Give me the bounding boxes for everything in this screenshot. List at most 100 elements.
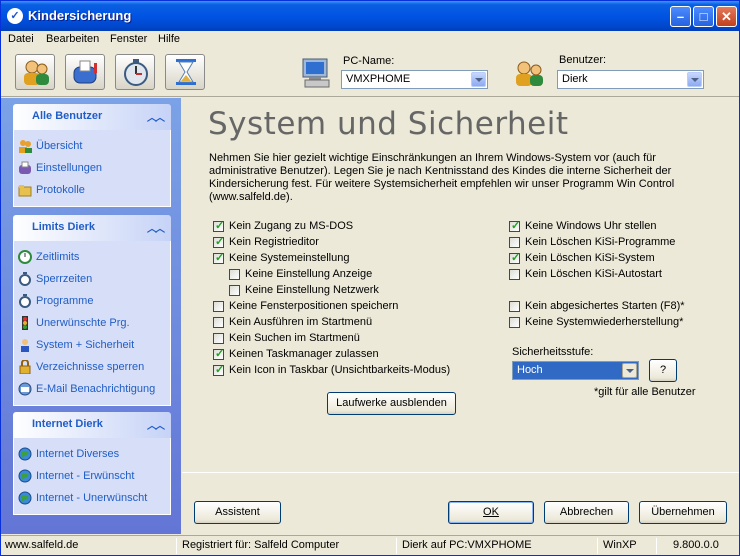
checkbox-label: Keinen Taskmanager zulassen bbox=[229, 348, 379, 360]
user-select[interactable]: Dierk bbox=[557, 70, 704, 89]
checkbox-box[interactable] bbox=[229, 285, 240, 296]
checkbox-label: Kein Löschen KiSi-System bbox=[525, 252, 655, 264]
checkbox-box[interactable] bbox=[213, 347, 224, 360]
checkbox-box[interactable] bbox=[213, 301, 224, 312]
apply-button[interactable]: Übernehmen bbox=[639, 501, 727, 524]
chevron-down-icon[interactable] bbox=[471, 72, 486, 87]
title-bar[interactable]: ✓ Kindersicherung – □ ✕ bbox=[1, 1, 739, 31]
checkbox-box[interactable] bbox=[213, 363, 224, 376]
assistant-button[interactable]: Assistent bbox=[194, 501, 281, 524]
timer-tool-button[interactable] bbox=[115, 54, 155, 90]
sidebar-item-label: Protokolle bbox=[36, 184, 85, 196]
checkbox-box[interactable] bbox=[213, 235, 224, 248]
minimize-button[interactable]: – bbox=[670, 6, 691, 27]
divider bbox=[182, 472, 739, 473]
status-website: www.salfeld.de bbox=[5, 539, 79, 551]
group-header[interactable]: Limits Dierk ︿︿ bbox=[13, 215, 171, 241]
sidebar-item-logs[interactable]: Protokolle bbox=[14, 180, 170, 202]
group-all-users: Alle Benutzer ︿︿ Übersicht Einstellungen… bbox=[13, 104, 171, 207]
sidebar-item-programs[interactable]: Programme bbox=[14, 291, 170, 313]
help-button[interactable]: ? bbox=[649, 359, 677, 382]
main-content: System und Sicherheit Nehmen Sie hier ge… bbox=[182, 98, 739, 534]
checkbox-box[interactable] bbox=[509, 301, 520, 312]
security-level-label: Sicherheitsstufe: bbox=[512, 346, 594, 358]
app-shield-icon[interactable]: ✓ bbox=[7, 8, 23, 24]
pc-name-select[interactable]: VMXPHOME bbox=[341, 70, 488, 89]
sidebar: Alle Benutzer ︿︿ Übersicht Einstellungen… bbox=[1, 98, 181, 534]
group-header[interactable]: Internet Dierk ︿︿ bbox=[13, 412, 171, 438]
sidebar-item-label: Unerwünschte Prg. bbox=[36, 317, 130, 329]
checkbox-box[interactable] bbox=[509, 269, 520, 280]
collapse-chevron-icon[interactable]: ︿︿ bbox=[147, 220, 165, 235]
sidebar-item-label: System + Sicherheit bbox=[36, 339, 135, 351]
menu-hilfe[interactable]: Hilfe bbox=[158, 33, 180, 45]
menu-bar: Datei Bearbeiten Fenster Hilfe bbox=[1, 31, 739, 49]
sidebar-item-label: Programme bbox=[36, 295, 94, 307]
toolbar: PC-Name: VMXPHOME Benutzer: Dierk bbox=[1, 49, 739, 97]
stopwatch-icon bbox=[19, 272, 31, 286]
menu-fenster[interactable]: Fenster bbox=[110, 33, 147, 45]
checkbox-box[interactable] bbox=[509, 317, 520, 328]
sidebar-item-unwanted-programs[interactable]: Unerwünschte Prg. bbox=[14, 313, 170, 335]
sidebar-item-system-security[interactable]: System + Sicherheit bbox=[14, 335, 170, 357]
hourglass-tool-button[interactable] bbox=[165, 54, 205, 90]
cancel-button[interactable]: Abbrechen bbox=[544, 501, 629, 524]
sidebar-item-internet-wanted[interactable]: Internet - Erwünscht bbox=[14, 466, 170, 488]
close-button[interactable]: ✕ bbox=[716, 6, 737, 27]
checkbox-box[interactable] bbox=[229, 269, 240, 280]
status-os: WinXP bbox=[603, 539, 637, 551]
group-header[interactable]: Alle Benutzer ︿︿ bbox=[13, 104, 171, 130]
chevron-down-icon[interactable] bbox=[622, 363, 637, 378]
checkbox-label: Keine Fensterpositionen speichern bbox=[229, 300, 399, 312]
menu-bearbeiten[interactable]: Bearbeiten bbox=[46, 33, 99, 45]
collapse-chevron-icon[interactable]: ︿︿ bbox=[147, 109, 165, 124]
sidebar-item-internet-misc[interactable]: Internet Diverses bbox=[14, 444, 170, 466]
checkbox-box[interactable] bbox=[213, 219, 224, 232]
hide-drives-button[interactable]: Laufwerke ausblenden bbox=[327, 392, 456, 415]
checkbox-label: Keine Systemwiederherstellung* bbox=[525, 316, 684, 328]
pc-name-value: VMXPHOME bbox=[346, 73, 411, 85]
checkbox-box[interactable] bbox=[509, 237, 520, 248]
globe-icon bbox=[18, 447, 32, 461]
checkbox-box[interactable] bbox=[509, 219, 520, 232]
menu-datei[interactable]: Datei bbox=[8, 33, 34, 45]
checkbox-box[interactable] bbox=[213, 333, 224, 344]
sidebar-item-label: Internet - Erwünscht bbox=[36, 470, 135, 482]
sidebar-item-internet-unwanted[interactable]: Internet - Unerwünscht bbox=[14, 488, 170, 510]
stopwatch-icon bbox=[19, 294, 31, 308]
stopwatch-icon bbox=[124, 59, 148, 86]
users-icon bbox=[24, 60, 49, 85]
checkbox-box[interactable] bbox=[509, 251, 520, 264]
email-icon bbox=[18, 382, 32, 396]
sidebar-item-lock-folders[interactable]: Verzeichnisse sperren bbox=[14, 357, 170, 379]
chevron-down-icon[interactable] bbox=[687, 72, 702, 87]
sidebar-item-email-notification[interactable]: E-Mail Benachrichtigung bbox=[14, 379, 170, 401]
sidebar-item-settings[interactable]: Einstellungen bbox=[14, 158, 170, 180]
sidebar-item-time-limits[interactable]: Zeitlimits bbox=[14, 247, 170, 269]
security-level-select[interactable]: Hoch bbox=[512, 361, 639, 380]
users-tool-button[interactable] bbox=[15, 54, 55, 90]
maximize-button[interactable]: □ bbox=[693, 6, 714, 27]
footnote: *gilt für alle Benutzer bbox=[594, 386, 696, 398]
checkbox-box[interactable] bbox=[213, 251, 224, 264]
checkbox-label: Keine Windows Uhr stellen bbox=[525, 220, 657, 232]
traffic-light-icon bbox=[22, 316, 28, 330]
mailbox-tool-button[interactable] bbox=[65, 54, 105, 90]
sidebar-item-lock-times[interactable]: Sperrzeiten bbox=[14, 269, 170, 291]
security-level-value: Hoch bbox=[517, 364, 543, 376]
settings-icon bbox=[19, 161, 31, 174]
sidebar-item-label: Sperrzeiten bbox=[36, 273, 93, 285]
computer-icon bbox=[302, 58, 330, 88]
user-value: Dierk bbox=[562, 73, 588, 85]
checkbox-label: Kein Suchen im Startmenü bbox=[229, 332, 360, 344]
status-separator bbox=[597, 538, 598, 554]
checkbox-box[interactable] bbox=[213, 317, 224, 328]
group-title: Alle Benutzer bbox=[32, 110, 103, 122]
hourglass-icon bbox=[176, 59, 196, 85]
collapse-chevron-icon[interactable]: ︿︿ bbox=[147, 417, 165, 432]
ok-button[interactable]: OK bbox=[448, 501, 534, 524]
sidebar-item-overview[interactable]: Übersicht bbox=[14, 136, 170, 158]
checkbox-label: Keine Einstellung Anzeige bbox=[245, 268, 373, 280]
folder-icon bbox=[18, 185, 32, 197]
group-body: Zeitlimits Sperrzeiten Programme Unerwün… bbox=[13, 241, 171, 406]
